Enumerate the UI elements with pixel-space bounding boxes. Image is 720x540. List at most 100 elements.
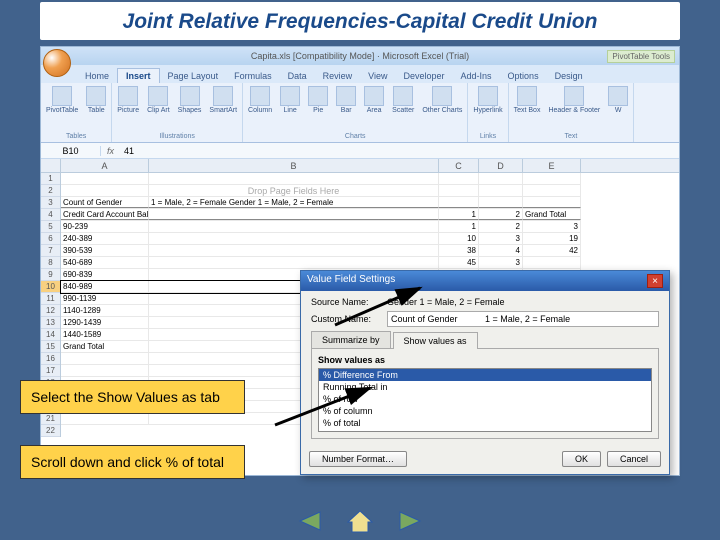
cell[interactable]: Count of Gender	[61, 197, 149, 208]
cell[interactable]	[523, 173, 581, 184]
cell[interactable]	[439, 173, 479, 184]
cell[interactable]	[479, 173, 523, 184]
ribbon-pie[interactable]: Pie	[307, 85, 329, 115]
cell[interactable]: 690-839	[61, 269, 149, 280]
cell[interactable]: 990-1139	[61, 293, 149, 304]
ribbon-area[interactable]: Area	[363, 85, 385, 115]
row-header[interactable]: 22	[41, 425, 60, 437]
row-header[interactable]: 5	[41, 221, 60, 233]
tab-view[interactable]: View	[360, 69, 395, 83]
tab-summarize-by[interactable]: Summarize by	[311, 331, 391, 348]
name-box[interactable]: B10	[41, 146, 101, 156]
cell[interactable]: 38	[439, 245, 479, 256]
cell[interactable]: 1440-1589	[61, 329, 149, 340]
table-row[interactable]: Count of Gender1 = Male, 2 = Female Gend…	[61, 197, 581, 209]
row-header[interactable]: 12	[41, 305, 60, 317]
number-format-button[interactable]: Number Format…	[309, 451, 407, 467]
ribbon-line[interactable]: Line	[279, 85, 301, 115]
ribbon-table[interactable]: Table	[85, 85, 107, 115]
col-header[interactable]: E	[523, 159, 581, 172]
cell[interactable]: 3	[523, 221, 581, 232]
table-row[interactable]: 240-38910319	[61, 233, 581, 245]
cell[interactable]: 4	[479, 245, 523, 256]
cell[interactable]: 840-989	[61, 281, 149, 292]
cell[interactable]: 3	[479, 233, 523, 244]
cell[interactable]	[61, 173, 149, 184]
table-row[interactable]: 390-539 38442	[61, 245, 581, 257]
cell[interactable]	[61, 365, 149, 376]
cell[interactable]: Drop Page Fields Here	[149, 185, 439, 196]
cell[interactable]: Credit Card Account Balance	[61, 209, 149, 220]
cell[interactable]: 1	[439, 209, 479, 220]
ribbon-other-charts[interactable]: Other Charts	[421, 85, 463, 115]
ribbon-picture[interactable]: Picture	[116, 85, 140, 115]
row-header[interactable]: 16	[41, 353, 60, 365]
close-icon[interactable]: ×	[647, 274, 663, 288]
home-button[interactable]	[344, 508, 376, 534]
cell[interactable]	[479, 197, 523, 208]
ribbon-header-footer[interactable]: Header & Footer	[547, 85, 601, 115]
ribbon-text-box[interactable]: Text Box	[513, 85, 542, 115]
row-header[interactable]: 6	[41, 233, 60, 245]
cell[interactable]: 240-389	[61, 233, 149, 244]
cell[interactable]: Grand Total	[523, 209, 581, 220]
row-header[interactable]: 8	[41, 257, 60, 269]
office-button[interactable]	[43, 49, 71, 77]
cell[interactable]	[61, 353, 149, 364]
cell[interactable]: 2	[479, 221, 523, 232]
row-header[interactable]: 3	[41, 197, 60, 209]
row-header[interactable]: 11	[41, 293, 60, 305]
prev-button[interactable]	[294, 508, 326, 534]
cell[interactable]	[61, 185, 149, 196]
ok-button[interactable]: OK	[562, 451, 601, 467]
tab-insert[interactable]: Insert	[117, 68, 160, 83]
col-header[interactable]: D	[479, 159, 523, 172]
cancel-button[interactable]: Cancel	[607, 451, 661, 467]
cell[interactable]: 390-539	[61, 245, 149, 256]
row-header[interactable]: 1	[41, 173, 60, 185]
ribbon-w[interactable]: W	[607, 85, 629, 115]
ribbon-clip-art[interactable]: Clip Art	[146, 85, 171, 115]
row-header[interactable]: 14	[41, 329, 60, 341]
cell[interactable]: 1290-1439	[61, 317, 149, 328]
cell[interactable]: 3	[479, 257, 523, 268]
cell[interactable]	[523, 257, 581, 268]
cell[interactable]: 540-689	[61, 257, 149, 268]
cell[interactable]: 45	[439, 257, 479, 268]
cell[interactable]	[149, 257, 439, 268]
next-button[interactable]	[394, 508, 426, 534]
cell[interactable]	[439, 197, 479, 208]
table-row[interactable]: 540-689 453	[61, 257, 581, 269]
ribbon-scatter[interactable]: Scatter	[391, 85, 415, 115]
row-header[interactable]: 2	[41, 185, 60, 197]
cell[interactable]	[149, 245, 439, 256]
table-row[interactable]: 90-239123	[61, 221, 581, 233]
cell[interactable]	[523, 197, 581, 208]
table-row[interactable]: Drop Page Fields Here	[61, 185, 581, 197]
cell[interactable]	[61, 413, 149, 424]
ribbon-pivottable[interactable]: PivotTable	[45, 85, 79, 115]
cell[interactable]: 1	[439, 221, 479, 232]
tab-data[interactable]: Data	[280, 69, 315, 83]
cell[interactable]: Grand Total	[61, 341, 149, 352]
formula-value[interactable]: 41	[120, 146, 138, 156]
tab-formulas[interactable]: Formulas	[226, 69, 280, 83]
tab-show-values-as[interactable]: Show values as	[393, 332, 478, 349]
cell[interactable]	[149, 209, 439, 220]
fx-icon[interactable]: fx	[101, 146, 120, 156]
row-header[interactable]: 10	[41, 281, 60, 293]
cell[interactable]	[439, 185, 479, 196]
cell[interactable]	[149, 221, 439, 232]
table-row[interactable]: Credit Card Account Balance12Grand Total	[61, 209, 581, 221]
cell[interactable]: 1 = Male, 2 = Female Gender 1 = Male, 2 …	[149, 197, 439, 208]
tab-home[interactable]: Home	[77, 69, 117, 83]
tab-developer[interactable]: Developer	[395, 69, 452, 83]
cell[interactable]: 1140-1289	[61, 305, 149, 316]
col-header[interactable]: A	[61, 159, 149, 172]
ribbon-hyperlink[interactable]: Hyperlink	[472, 85, 503, 115]
ribbon-bar[interactable]: Bar	[335, 85, 357, 115]
col-header[interactable]: C	[439, 159, 479, 172]
cell[interactable]: 42	[523, 245, 581, 256]
ribbon-shapes[interactable]: Shapes	[177, 85, 203, 115]
tab-page-layout[interactable]: Page Layout	[160, 69, 227, 83]
